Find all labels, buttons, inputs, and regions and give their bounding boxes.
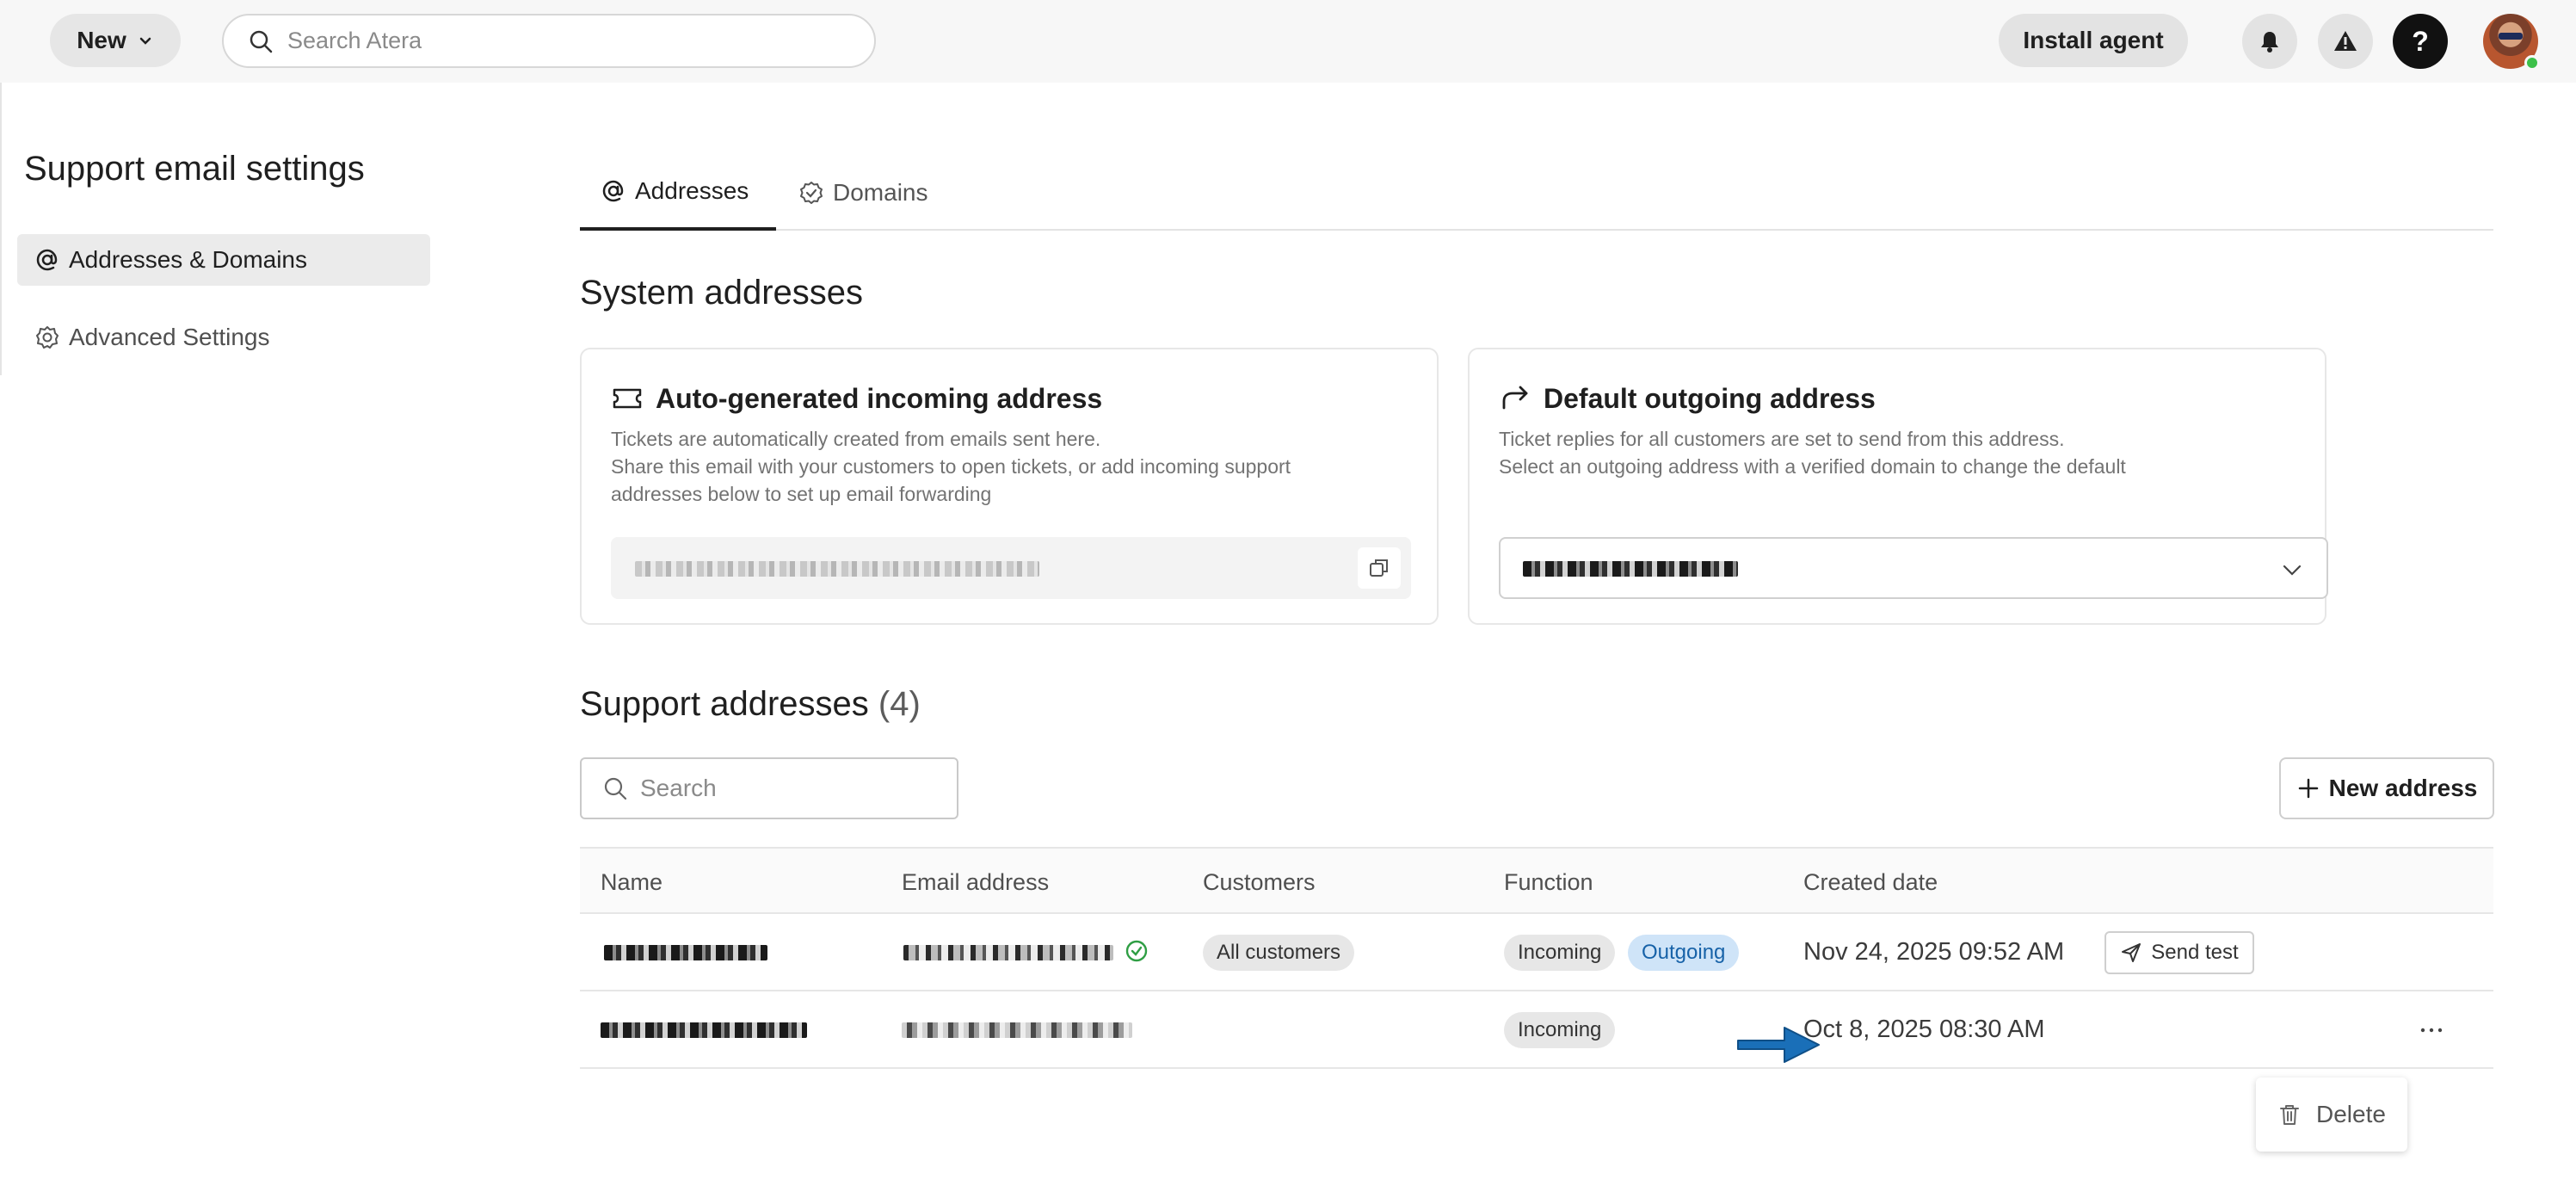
function-pill-incoming: Incoming xyxy=(1504,935,1616,971)
help-button[interactable]: ? xyxy=(2393,14,2448,69)
sidebar-title: Support email settings xyxy=(24,150,365,188)
outgoing-card-description: Ticket replies for all customers are set… xyxy=(1499,425,2273,480)
tab-addresses[interactable]: Addresses xyxy=(580,155,776,231)
redacted-email xyxy=(635,561,1039,577)
avatar[interactable] xyxy=(2483,14,2540,71)
outgoing-desc-line: Ticket replies for all customers are set… xyxy=(1499,428,2065,450)
search-icon xyxy=(604,777,627,800)
tab-domains[interactable]: Domains xyxy=(798,155,927,231)
tab-label: Domains xyxy=(833,179,928,206)
redacted-email xyxy=(903,945,1113,960)
system-addresses-title: System addresses xyxy=(580,274,864,312)
support-addresses-table: Name Email address Customers Function Cr… xyxy=(580,847,2493,1083)
created-date: Nov 24, 2025 09:52 AM xyxy=(1803,938,2065,966)
sidebar-item-label: Advanced Settings xyxy=(69,324,270,350)
new-address-label: New address xyxy=(2328,775,2478,801)
incoming-desc-line: Share this email with your customers to … xyxy=(611,455,1291,478)
redacted-email xyxy=(902,1022,1132,1038)
global-search-input[interactable]: Search Atera xyxy=(222,14,876,68)
tab-label: Addresses xyxy=(635,177,749,204)
table-row[interactable]: All customers Incoming Outgoing Nov 24, … xyxy=(580,914,2493,991)
new-address-button[interactable]: New address xyxy=(2279,757,2494,819)
created-date: Oct 8, 2025 08:30 AM xyxy=(1803,1016,2045,1043)
send-icon xyxy=(2122,943,2142,962)
redacted-name xyxy=(601,1022,807,1038)
support-search-input[interactable]: Search xyxy=(580,757,958,819)
support-addresses-title-text: Support addresses xyxy=(580,685,869,723)
row-actions-menu: Delete xyxy=(2256,1078,2407,1152)
send-test-label: Send test xyxy=(2151,941,2239,964)
outgoing-card-title-text: Default outgoing address xyxy=(1544,382,1876,414)
new-button-label: New xyxy=(77,27,126,53)
plus-icon xyxy=(2298,778,2318,799)
incoming-card-description: Tickets are automatically created from e… xyxy=(611,425,1385,508)
table-row[interactable]: Incoming Oct 8, 2025 08:30 AM xyxy=(580,991,2493,1069)
settings-sidebar: Support email settings Addresses & Domai… xyxy=(0,83,447,375)
column-header-customers[interactable]: Customers xyxy=(1203,869,1316,896)
forward-arrow-icon xyxy=(1502,386,1528,410)
incoming-card-title-text: Auto-generated incoming address xyxy=(656,382,1103,414)
ticket-icon xyxy=(613,388,642,409)
chevron-down-icon xyxy=(2283,565,2302,576)
support-addresses-count: (4) xyxy=(878,685,921,723)
customers-pill: All customers xyxy=(1203,935,1355,971)
support-search-placeholder: Search xyxy=(640,775,717,801)
global-search-placeholder: Search Atera xyxy=(287,28,422,53)
column-header-email[interactable]: Email address xyxy=(902,869,1049,896)
function-pill-incoming: Incoming xyxy=(1504,1012,1616,1048)
install-agent-label: Install agent xyxy=(2023,27,2164,53)
chevron-down-icon xyxy=(139,37,151,45)
sidebar-item-addresses-domains[interactable]: Addresses & Domains xyxy=(17,234,430,286)
row-more-button[interactable] xyxy=(2414,1016,2449,1045)
column-header-name[interactable]: Name xyxy=(601,869,662,896)
tabs-bar: Addresses Domains xyxy=(580,155,2493,231)
online-status-indicator xyxy=(2524,55,2540,71)
sidebar-item-advanced-settings[interactable]: Advanced Settings xyxy=(17,312,430,363)
outgoing-address-card: Default outgoing address Ticket replies … xyxy=(1468,348,2328,625)
redacted-name xyxy=(604,945,767,960)
warning-icon xyxy=(2334,31,2357,51)
more-horizontal-icon xyxy=(2420,1028,2443,1033)
copy-icon xyxy=(1370,559,1388,577)
function-pill-outgoing: Outgoing xyxy=(1628,935,1740,971)
send-test-button[interactable]: Send test xyxy=(2105,931,2254,974)
incoming-address-card: Auto-generated incoming address Tickets … xyxy=(580,348,1439,625)
top-bar: New Search Atera Install agent ? xyxy=(0,0,2576,83)
notifications-button[interactable] xyxy=(2242,14,2297,69)
incoming-card-title: Auto-generated incoming address xyxy=(611,382,1102,415)
avatar-glasses xyxy=(2499,33,2523,40)
delete-menu-item[interactable]: Delete xyxy=(2316,1101,2386,1128)
column-header-created-date[interactable]: Created date xyxy=(1803,869,1938,896)
incoming-desc-line: Tickets are automatically created from e… xyxy=(611,428,1101,450)
incoming-address-field xyxy=(611,537,1411,599)
table-header: Name Email address Customers Function Cr… xyxy=(580,847,2493,914)
column-header-function[interactable]: Function xyxy=(1504,869,1593,896)
redacted-email xyxy=(1523,561,1738,577)
install-agent-button[interactable]: Install agent xyxy=(1999,14,2188,67)
alerts-button[interactable] xyxy=(2318,14,2373,69)
help-icon: ? xyxy=(2412,25,2429,57)
incoming-desc-line: addresses below to set up email forwardi… xyxy=(611,483,992,505)
outgoing-desc-line: Select an outgoing address with a verifi… xyxy=(1499,455,2126,478)
search-icon xyxy=(250,30,273,52)
trash-icon xyxy=(2280,1105,2299,1125)
copy-button[interactable] xyxy=(1358,547,1401,589)
support-addresses-title: Support addresses (4) xyxy=(580,685,921,724)
outgoing-card-title: Default outgoing address xyxy=(1499,382,1876,415)
gear-icon xyxy=(36,326,59,349)
verified-badge-icon xyxy=(800,182,823,204)
verified-check-icon xyxy=(1125,940,1148,962)
bell-icon xyxy=(2261,32,2278,52)
sidebar-item-label: Addresses & Domains xyxy=(69,246,308,273)
pointer-arrow-icon xyxy=(1737,1027,1820,1063)
default-outgoing-select[interactable] xyxy=(1499,537,2328,599)
new-button[interactable]: New xyxy=(50,14,181,67)
at-icon xyxy=(36,249,58,271)
at-icon xyxy=(602,180,624,202)
